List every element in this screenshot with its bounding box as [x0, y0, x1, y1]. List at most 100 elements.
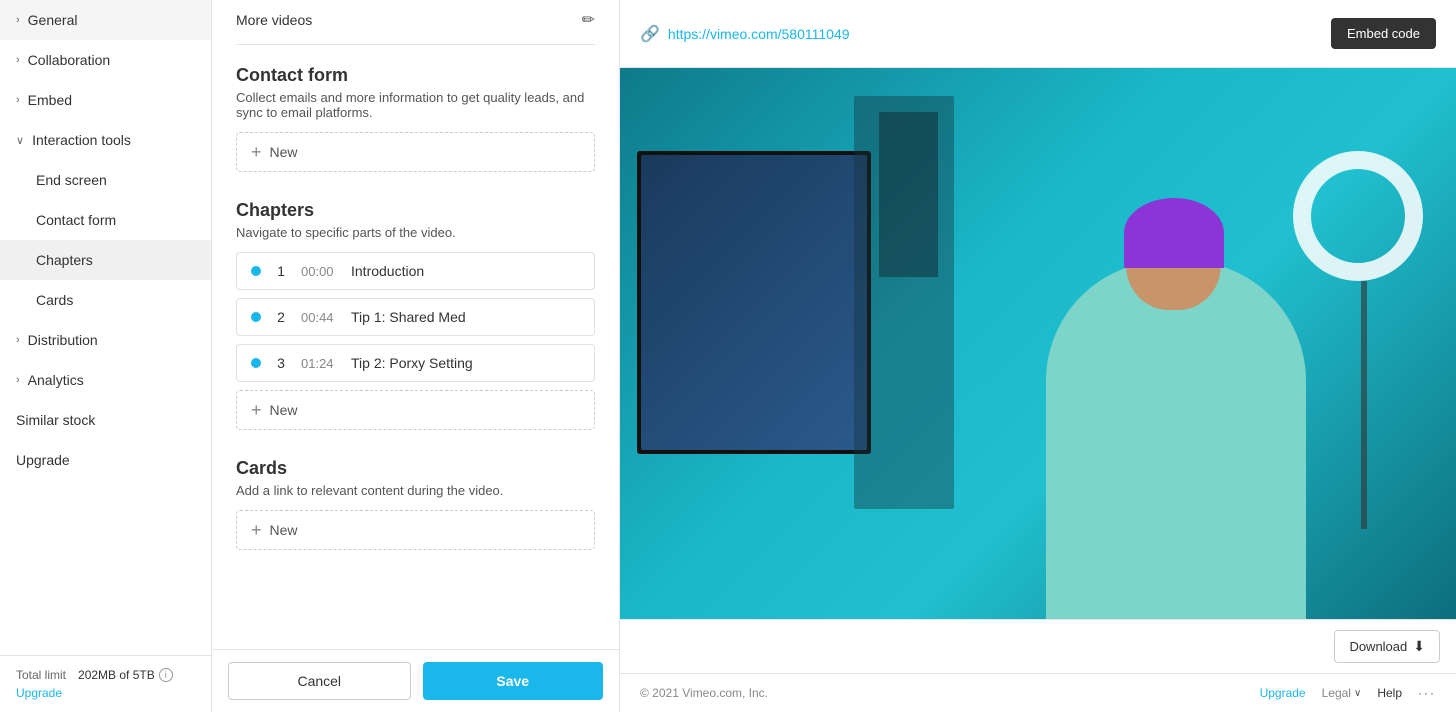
sidebar-item-label: Interaction tools	[32, 132, 131, 148]
sidebar-item-analytics[interactable]: › Analytics	[0, 360, 211, 400]
more-videos-label: More videos	[236, 12, 312, 28]
chapter-time: 01:24	[301, 356, 339, 371]
middle-footer: Cancel Save	[212, 649, 619, 712]
chevron-down-icon: ∨	[16, 134, 24, 147]
cards-description: Add a link to relevant content during th…	[236, 483, 595, 498]
info-icon[interactable]: i	[159, 668, 173, 682]
monitor-screen	[641, 155, 867, 450]
cards-title: Cards	[236, 458, 595, 479]
plus-icon: +	[251, 143, 262, 161]
sidebar-item-general[interactable]: › General	[0, 0, 211, 40]
sidebar-item-label: Contact form	[36, 212, 116, 228]
ring-light-stand	[1361, 281, 1367, 529]
video-background	[620, 68, 1456, 619]
sidebar-item-label: End screen	[36, 172, 107, 188]
sidebar-item-label: Similar stock	[16, 412, 95, 428]
chevron-right-icon: ›	[16, 374, 20, 386]
sidebar-item-label: Cards	[36, 292, 73, 308]
video-preview	[620, 68, 1456, 619]
chapter-name: Introduction	[351, 263, 580, 279]
add-card-label: New	[270, 522, 298, 538]
cards-section: Cards Add a link to relevant content dur…	[236, 458, 595, 550]
chapter-dot-icon	[251, 312, 261, 322]
person-shirt	[1046, 261, 1306, 619]
chapter-item-3[interactable]: 3 01:24 Tip 2: Porxy Setting	[236, 344, 595, 382]
sidebar-item-label: Analytics	[28, 372, 84, 388]
save-button[interactable]: Save	[423, 662, 604, 700]
add-card-button[interactable]: + New	[236, 510, 595, 550]
chapters-title: Chapters	[236, 200, 595, 221]
cancel-button[interactable]: Cancel	[228, 662, 411, 700]
chapter-name: Tip 2: Porxy Setting	[351, 355, 580, 371]
chapter-name: Tip 1: Shared Med	[351, 309, 580, 325]
chapter-num: 3	[273, 355, 289, 371]
right-panel: 🔗 https://vimeo.com/580111049 Embed code	[620, 0, 1456, 712]
sidebar-item-similar-stock[interactable]: Similar stock	[0, 400, 211, 440]
sidebar-bottom: Total limit 202MB of 5TB i Upgrade	[0, 655, 211, 712]
chapters-description: Navigate to specific parts of the video.	[236, 225, 595, 240]
video-url-bar: 🔗 https://vimeo.com/580111049 Embed code	[620, 0, 1456, 68]
legal-label: Legal	[1322, 686, 1351, 700]
download-button[interactable]: Download ⬇	[1334, 630, 1440, 663]
plus-icon: +	[251, 521, 262, 539]
upgrade-link[interactable]: Upgrade	[16, 686, 195, 700]
plus-icon: +	[251, 401, 262, 419]
total-limit-label: Total limit	[16, 668, 66, 682]
chapter-item-2[interactable]: 2 00:44 Tip 1: Shared Med	[236, 298, 595, 336]
chapter-item-1[interactable]: 1 00:00 Introduction	[236, 252, 595, 290]
sidebar-item-chapters[interactable]: Chapters	[0, 240, 211, 280]
more-options-icon[interactable]: ···	[1418, 686, 1436, 700]
sidebar-item-label: Collaboration	[28, 52, 111, 68]
sidebar-item-cards[interactable]: Cards	[0, 280, 211, 320]
chapter-time: 00:00	[301, 264, 339, 279]
sidebar-item-distribution[interactable]: › Distribution	[0, 320, 211, 360]
footer-links: Upgrade Legal ∨ Help ···	[1260, 686, 1436, 700]
chevron-right-icon: ›	[16, 14, 20, 26]
right-footer: © 2021 Vimeo.com, Inc. Upgrade Legal ∨ H…	[620, 673, 1456, 712]
sidebar: › General › Collaboration › Embed ∨ Inte…	[0, 0, 212, 712]
edit-icon[interactable]: ✏	[582, 10, 595, 30]
sidebar-item-embed[interactable]: › Embed	[0, 80, 211, 120]
sidebar-item-upgrade[interactable]: Upgrade	[0, 440, 211, 480]
chapter-time: 00:44	[301, 310, 339, 325]
chapters-section: Chapters Navigate to specific parts of t…	[236, 200, 595, 430]
middle-scroll-area: More videos ✏ Contact form Collect email…	[212, 0, 619, 649]
chapter-dot-icon	[251, 266, 261, 276]
sidebar-item-contact-form[interactable]: Contact form	[0, 200, 211, 240]
add-contact-form-label: New	[270, 144, 298, 160]
sidebar-item-label: Chapters	[36, 252, 93, 268]
ring-light-prop	[1293, 151, 1423, 281]
copyright-text: © 2021 Vimeo.com, Inc.	[640, 686, 768, 700]
download-label: Download	[1349, 639, 1407, 654]
middle-panel: More videos ✏ Contact form Collect email…	[212, 0, 620, 712]
legal-dropdown[interactable]: Legal ∨	[1322, 686, 1362, 700]
embed-code-button[interactable]: Embed code	[1331, 18, 1436, 49]
link-icon: 🔗	[640, 24, 660, 44]
help-footer-link[interactable]: Help	[1377, 686, 1402, 700]
chevron-right-icon: ›	[16, 334, 20, 346]
storage-used: 202MB of 5TB	[78, 668, 155, 682]
upgrade-footer-link[interactable]: Upgrade	[1260, 686, 1306, 700]
sidebar-item-collaboration[interactable]: › Collaboration	[0, 40, 211, 80]
person-hair	[1124, 198, 1224, 268]
sidebar-item-end-screen[interactable]: End screen	[0, 160, 211, 200]
add-chapter-button[interactable]: + New	[236, 390, 595, 430]
contact-form-title: Contact form	[236, 65, 595, 86]
chapter-num: 1	[273, 263, 289, 279]
url-left: 🔗 https://vimeo.com/580111049	[640, 24, 850, 44]
monitor-prop	[637, 151, 871, 454]
add-contact-form-button[interactable]: + New	[236, 132, 595, 172]
sidebar-item-label: General	[28, 12, 78, 28]
sidebar-item-label: Distribution	[28, 332, 98, 348]
chevron-right-icon: ›	[16, 54, 20, 66]
video-url-link[interactable]: https://vimeo.com/580111049	[668, 26, 850, 42]
chevron-down-icon: ∨	[1354, 688, 1361, 699]
chapter-dot-icon	[251, 358, 261, 368]
chapter-num: 2	[273, 309, 289, 325]
chevron-right-icon: ›	[16, 94, 20, 106]
add-chapter-label: New	[270, 402, 298, 418]
video-bottom-bar: Download ⬇	[620, 619, 1456, 673]
sidebar-item-label: Embed	[28, 92, 72, 108]
sidebar-item-interaction-tools[interactable]: ∨ Interaction tools	[0, 120, 211, 160]
contact-form-description: Collect emails and more information to g…	[236, 90, 595, 120]
